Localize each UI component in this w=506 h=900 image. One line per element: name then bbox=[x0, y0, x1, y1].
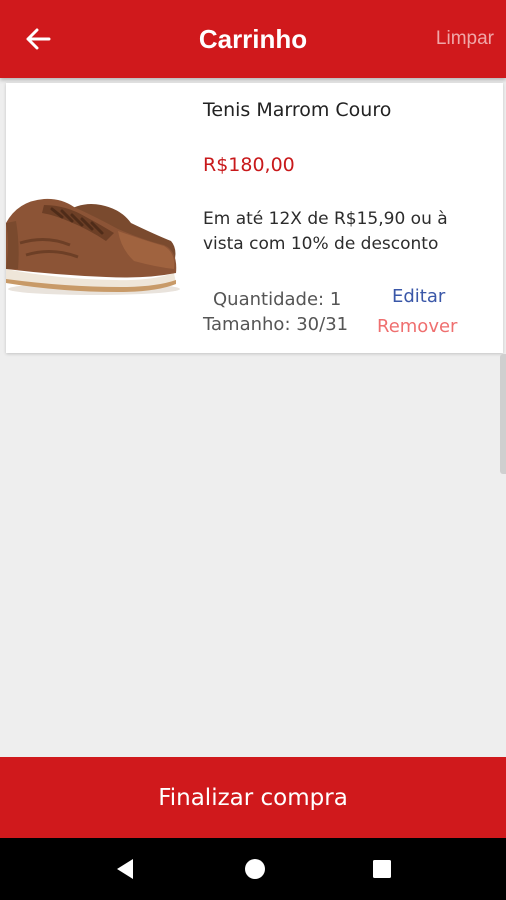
nav-home-circle-icon[interactable] bbox=[244, 858, 266, 880]
clear-cart-button[interactable]: Limpar bbox=[436, 27, 494, 51]
app-bar: Carrinho Limpar bbox=[0, 0, 506, 78]
page-title: Carrinho bbox=[198, 24, 308, 54]
edit-item-button[interactable]: Editar bbox=[392, 285, 445, 309]
product-price: R$180,00 bbox=[203, 154, 295, 176]
quantity-label: Quantidade: 1 bbox=[213, 289, 342, 310]
cart-item-card: Tenis Marrom Couro R$180,00 Em até 12X d… bbox=[6, 83, 503, 353]
product-name: Tenis Marrom Couro bbox=[203, 99, 392, 121]
nav-recents-square-icon[interactable] bbox=[372, 859, 392, 879]
checkout-button[interactable]: Finalizar compra bbox=[0, 757, 506, 838]
cart-screen: Carrinho Limpar Tenis Marrom Couro R$180… bbox=[0, 0, 506, 900]
nav-back-triangle-icon[interactable] bbox=[113, 857, 137, 881]
system-navigation-bar bbox=[0, 838, 506, 900]
product-image bbox=[6, 198, 180, 295]
remove-item-button[interactable]: Remover bbox=[377, 315, 457, 339]
installments-info: Em até 12X de R$15,90 ou à vista com 10%… bbox=[203, 209, 448, 254]
scroll-indicator[interactable] bbox=[500, 354, 506, 474]
size-label: Tamanho: 30/31 bbox=[203, 314, 349, 335]
